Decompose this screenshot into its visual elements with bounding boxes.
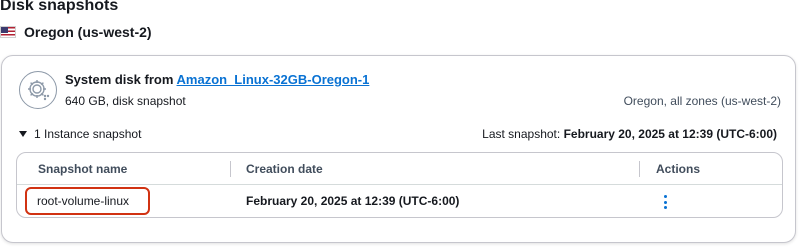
snapshot-table: Snapshot name Creation date Actions root… <box>16 152 783 218</box>
vertical-ellipsis-icon[interactable] <box>658 193 672 211</box>
column-divider[interactable] <box>230 161 231 177</box>
disk-title-prefix: System disk from <box>65 72 174 87</box>
region-header: Oregon (us-west-2) <box>0 22 152 42</box>
disk-snapshot-card: System disk from Amazon_Linux-32GB-Orego… <box>1 55 796 243</box>
snapshot-name-cell[interactable]: root-volume-linux <box>37 194 129 208</box>
region-name: Oregon (us-west-2) <box>24 24 152 40</box>
column-header-actions: Actions <box>656 162 701 176</box>
column-header-snapshot-name: Snapshot name <box>38 162 128 176</box>
instance-snapshot-toggle-label: 1 Instance snapshot <box>34 127 142 141</box>
last-snapshot-label: Last snapshot: <box>482 127 561 141</box>
instance-snapshot-toggle[interactable]: 1 Instance snapshot <box>19 127 141 141</box>
disk-location: Oregon, all zones (us-west-2) <box>623 94 781 108</box>
column-header-creation-date: Creation date <box>246 162 323 176</box>
last-snapshot-info: Last snapshot: February 20, 2025 at 12:3… <box>482 127 777 141</box>
page-title: Disk snapshots <box>0 0 119 14</box>
source-disk-link[interactable]: Amazon_Linux-32GB-Oregon-1 <box>177 72 370 87</box>
creation-date-cell: February 20, 2025 at 12:39 (UTC-6:00) <box>246 194 460 208</box>
disk-title: System disk from Amazon_Linux-32GB-Orego… <box>65 72 369 87</box>
us-flag-icon <box>0 26 16 38</box>
gear-disk-icon <box>19 71 57 109</box>
column-divider[interactable] <box>639 161 640 177</box>
caret-down-icon <box>19 131 27 137</box>
disk-size-type: 640 GB, disk snapshot <box>65 94 186 108</box>
table-header: Snapshot name Creation date Actions <box>17 153 782 185</box>
last-snapshot-value: February 20, 2025 at 12:39 (UTC-6:00) <box>563 127 777 141</box>
